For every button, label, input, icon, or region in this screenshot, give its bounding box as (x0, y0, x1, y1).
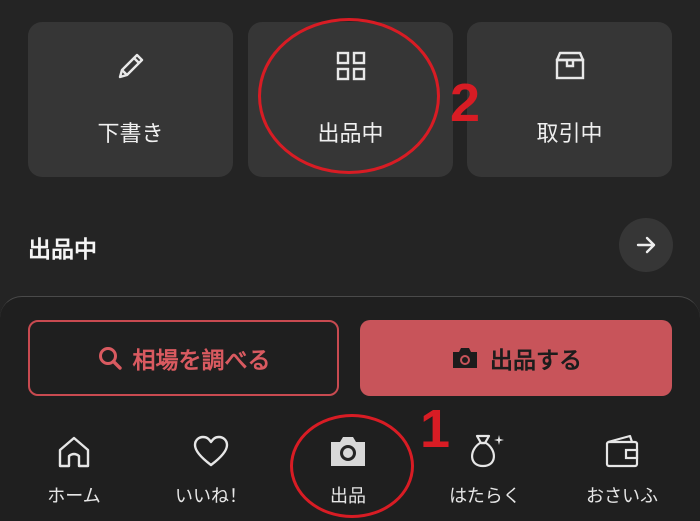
nav-label: いいね！ (175, 486, 247, 507)
home-icon (58, 436, 90, 468)
sell-label: 出品する (490, 348, 582, 374)
camera-icon (453, 348, 477, 368)
wallet-icon (605, 434, 639, 468)
tile-label: 取引中 (536, 122, 603, 147)
tile-trading[interactable]: 取引中 (467, 22, 672, 177)
search-icon (98, 347, 122, 370)
annotation-number-2: 2 (450, 73, 481, 133)
nav-wallet[interactable]: おさいふ (572, 432, 672, 512)
nav-home[interactable]: ホーム (24, 432, 124, 512)
market-price-button[interactable]: 相場を調べる (28, 320, 339, 396)
money-bag-icon (471, 434, 504, 468)
section-title: 出品中 (28, 237, 97, 263)
nav-label: はたらく (449, 486, 521, 507)
see-all-button[interactable] (619, 218, 673, 272)
nav-label: ホーム (47, 486, 101, 507)
tile-label: 下書き (97, 122, 164, 147)
annotation-circle-listing (258, 18, 440, 174)
tile-drafts[interactable]: 下書き (28, 22, 233, 177)
market-price-label: 相場を調べる (132, 348, 271, 374)
annotation-number-1: 1 (420, 399, 451, 459)
arrow-right-icon (636, 236, 656, 254)
nav-label: おさいふ (586, 486, 658, 507)
heart-icon (193, 435, 229, 467)
sell-button[interactable]: 出品する (360, 320, 672, 396)
nav-likes[interactable]: いいね！ (161, 432, 261, 512)
box-icon (555, 51, 584, 80)
annotation-circle-sell (290, 414, 414, 518)
pencil-icon (118, 53, 143, 79)
